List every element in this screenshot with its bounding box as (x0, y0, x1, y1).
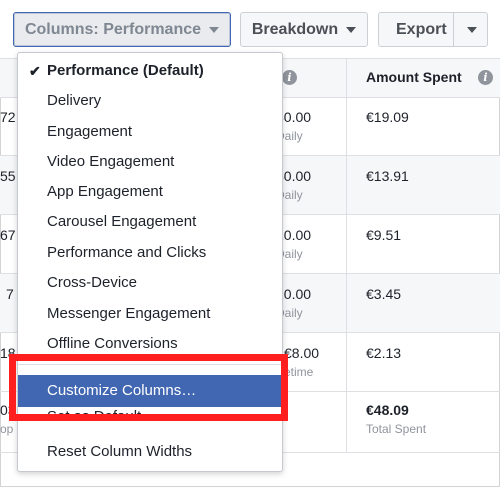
chevron-down-icon (346, 26, 357, 33)
total-cell-sub: op (0, 422, 14, 436)
menu-item-delivery[interactable]: Delivery (18, 86, 282, 116)
column-divider (346, 97, 347, 155)
menu-item-app-engagement[interactable]: App Engagement (18, 177, 282, 207)
cell-value: 55 (0, 168, 16, 184)
column-divider (346, 392, 347, 452)
amount-spent-value: €2.13 (366, 345, 402, 361)
cell-value: 72 (0, 109, 16, 125)
menu-item-cross-device[interactable]: Cross-Device (18, 268, 282, 298)
export-options-button[interactable] (453, 13, 489, 46)
column-header-amount-spent[interactable]: Amount Spent (366, 69, 462, 85)
menu-item-reset-column-widths[interactable]: Reset Column Widths (18, 437, 282, 467)
breakdown-label: Breakdown (251, 20, 339, 38)
info-icon[interactable]: i (478, 70, 493, 85)
column-divider (346, 333, 347, 391)
column-divider (346, 274, 347, 332)
menu-item-label: Video Engagement (47, 153, 175, 170)
chevron-down-icon (209, 26, 220, 33)
cell-value: 7 (6, 286, 14, 302)
menu-item-label: Performance (Default) (47, 62, 204, 79)
columns-dropdown-label: Columns: Performance (24, 20, 202, 38)
menu-item-label: Cross-Device (47, 274, 138, 291)
menu-item-messenger-engagement[interactable]: Messenger Engagement (18, 299, 282, 329)
total-amount-spent: €48.09 (366, 402, 409, 418)
menu-item-video-engagement[interactable]: Video Engagement (18, 147, 282, 177)
info-icon[interactable]: i (282, 70, 297, 85)
menu-item-label: Messenger Engagement (47, 305, 211, 322)
menu-item-engagement[interactable]: Engagement (18, 117, 282, 147)
menu-item-label: Carousel Engagement (47, 213, 197, 230)
breakdown-dropdown-button[interactable]: Breakdown (240, 12, 368, 47)
column-divider (346, 215, 347, 273)
menu-item-label: Performance and Clicks (47, 244, 207, 261)
menu-item-label: Offline Conversions (47, 335, 178, 352)
menu-item-label: App Engagement (47, 183, 163, 200)
total-spent-label: Total Spent (366, 422, 427, 436)
budget-type: etime (284, 365, 314, 379)
menu-item-label: Delivery (47, 92, 102, 109)
budget-value: €8.00 (284, 345, 320, 361)
amount-spent-value: €3.45 (366, 286, 402, 302)
toolbar: Columns: Performance Breakdown Export (0, 0, 500, 58)
checkmark-icon: ✔ (29, 63, 41, 79)
amount-spent-value: €9.51 (366, 227, 402, 243)
chevron-down-icon (466, 26, 477, 33)
amount-spent-value: €19.09 (366, 109, 409, 125)
export-label: Export (396, 20, 447, 38)
column-divider (346, 59, 347, 97)
amount-spent-value: €13.91 (366, 168, 409, 184)
menu-item-performance-and-clicks[interactable]: Performance and Clicks (18, 238, 282, 268)
menu-item-label: Engagement (47, 123, 133, 140)
highlight-box (9, 354, 288, 421)
menu-item-performance-default[interactable]: ✔ Performance (Default) (18, 56, 282, 86)
menu-item-carousel-engagement[interactable]: Carousel Engagement (18, 207, 282, 237)
column-divider (346, 156, 347, 214)
export-button[interactable]: Export (378, 12, 488, 47)
columns-dropdown-button[interactable]: Columns: Performance (13, 12, 231, 47)
menu-item-label: Reset Column Widths (47, 443, 193, 460)
cell-value: 67 (0, 227, 16, 243)
